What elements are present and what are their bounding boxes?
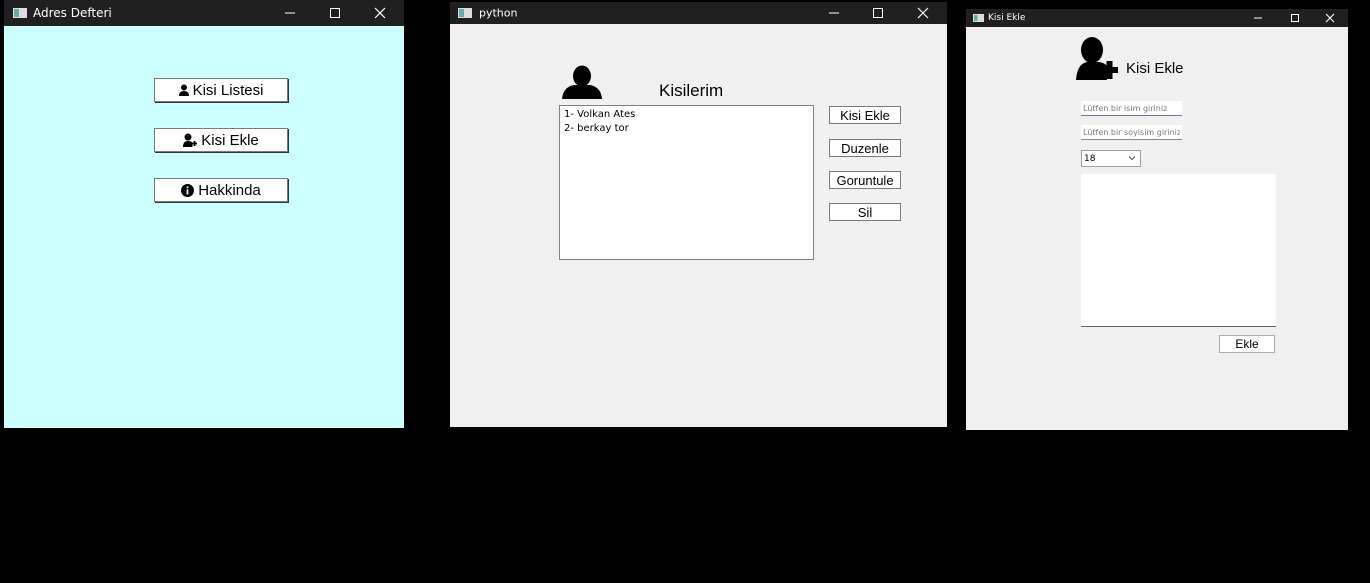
- goruntule-button[interactable]: Goruntule: [829, 171, 901, 189]
- minimize-button[interactable]: [812, 2, 856, 24]
- close-button[interactable]: [1312, 9, 1348, 27]
- window-title: Adres Defteri: [33, 6, 112, 20]
- title-bar[interactable]: python: [450, 2, 947, 24]
- app-icon: [973, 14, 984, 22]
- duzenle-button[interactable]: Duzenle: [829, 139, 901, 157]
- sil-label: Sil: [857, 204, 873, 220]
- close-button[interactable]: [358, 0, 402, 26]
- kisi-ekle-button[interactable]: Kisi Ekle: [829, 106, 901, 124]
- maximize-button[interactable]: [856, 2, 900, 24]
- surname-input[interactable]: [1081, 125, 1182, 140]
- list-heading: Kisilerim: [659, 81, 724, 100]
- maximize-button[interactable]: [313, 0, 357, 26]
- add-person-icon: [1076, 37, 1118, 80]
- person-icon: [178, 84, 189, 96]
- close-icon: [374, 7, 386, 19]
- kisi-ekle-window: Kisi Ekle Kisi Ekle 18 Ekle: [966, 9, 1348, 430]
- age-value: 18: [1084, 153, 1096, 164]
- app-icon: [13, 8, 27, 18]
- minimize-button[interactable]: [1240, 9, 1276, 27]
- title-bar[interactable]: Adres Defteri: [4, 0, 404, 26]
- name-input[interactable]: [1081, 101, 1182, 116]
- window-title: Kisi Ekle: [988, 13, 1026, 23]
- minimize-button[interactable]: [268, 0, 312, 26]
- adres-defteri-window: Adres Defteri Kisi Listesi Kisi Ekle Hak…: [4, 0, 404, 428]
- person-icon: [562, 65, 602, 99]
- close-icon: [1325, 13, 1335, 23]
- kisi-ekle-label: Kisi Ekle: [840, 107, 890, 123]
- window-title: python: [479, 6, 518, 20]
- close-button[interactable]: [901, 2, 945, 24]
- age-combobox[interactable]: 18: [1081, 150, 1141, 167]
- hakkinda-label: Hakkinda: [198, 181, 261, 199]
- maximize-icon: [873, 8, 883, 18]
- app-icon: [458, 8, 472, 18]
- list-item[interactable]: 2- berkay tor: [564, 122, 809, 136]
- close-icon: [917, 7, 929, 19]
- minimize-icon: [285, 12, 295, 14]
- maximize-button[interactable]: [1277, 9, 1313, 27]
- python-window: python Kisilerim 1- Volkan Ates 2- berka…: [450, 2, 947, 427]
- info-icon: [181, 183, 195, 197]
- kisi-listesi-label: Kisi Listesi: [192, 81, 264, 99]
- minimize-icon: [1254, 17, 1262, 19]
- goruntule-label: Goruntule: [836, 172, 894, 188]
- duzenle-label: Duzenle: [841, 140, 889, 156]
- list-item[interactable]: 1- Volkan Ates: [564, 108, 809, 122]
- notes-textarea[interactable]: [1081, 174, 1276, 327]
- chevron-down-icon: [1128, 156, 1136, 161]
- kisi-ekle-button[interactable]: Kisi Ekle: [154, 128, 288, 152]
- kisi-ekle-label: Kisi Ekle: [201, 131, 259, 149]
- hakkinda-button[interactable]: Hakkinda: [154, 178, 288, 202]
- ekle-button[interactable]: Ekle: [1219, 335, 1275, 353]
- minimize-icon: [829, 12, 839, 14]
- add-person-icon: [183, 133, 198, 147]
- sil-button[interactable]: Sil: [829, 203, 901, 221]
- form-heading: Kisi Ekle: [1126, 60, 1184, 77]
- contacts-listbox[interactable]: 1- Volkan Ates 2- berkay tor: [559, 105, 814, 260]
- maximize-icon: [1291, 14, 1299, 22]
- maximize-icon: [330, 8, 340, 18]
- title-bar[interactable]: Kisi Ekle: [966, 9, 1348, 27]
- kisi-listesi-button[interactable]: Kisi Listesi: [154, 78, 288, 102]
- ekle-label: Ekle: [1235, 337, 1259, 351]
